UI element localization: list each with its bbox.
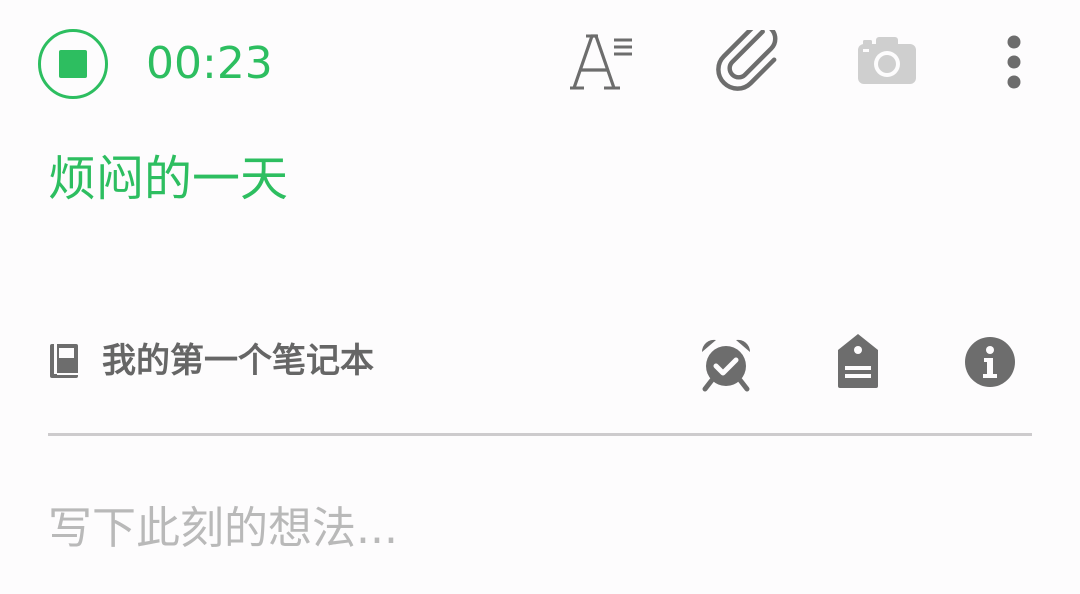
note-body-input[interactable] <box>48 496 1032 562</box>
notebook-icon <box>50 344 78 378</box>
paperclip-icon[interactable] <box>710 30 780 94</box>
text-format-icon[interactable] <box>570 30 634 94</box>
info-icon[interactable] <box>964 336 1016 388</box>
more-vertical-icon[interactable] <box>996 34 1032 94</box>
tag-icon[interactable] <box>834 332 882 390</box>
stop-recording-button[interactable] <box>38 29 108 99</box>
notebook-name-link[interactable]: 我的第一个笔记本 <box>102 338 374 384</box>
note-editor-screen: 00:23 烦闷的一天 我的第一个笔记本 写下此刻的想法... <box>0 0 1080 594</box>
recording-timer: 00:23 <box>146 38 273 89</box>
notebook-row: 我的第一个笔记本 <box>0 322 1080 402</box>
note-title[interactable]: 烦闷的一天 <box>48 144 288 214</box>
editor-toolbar: 00:23 <box>0 0 1080 126</box>
camera-icon[interactable] <box>856 34 918 86</box>
stop-record-icon <box>59 50 87 78</box>
divider <box>48 433 1032 436</box>
alarm-clock-icon[interactable] <box>698 336 754 392</box>
